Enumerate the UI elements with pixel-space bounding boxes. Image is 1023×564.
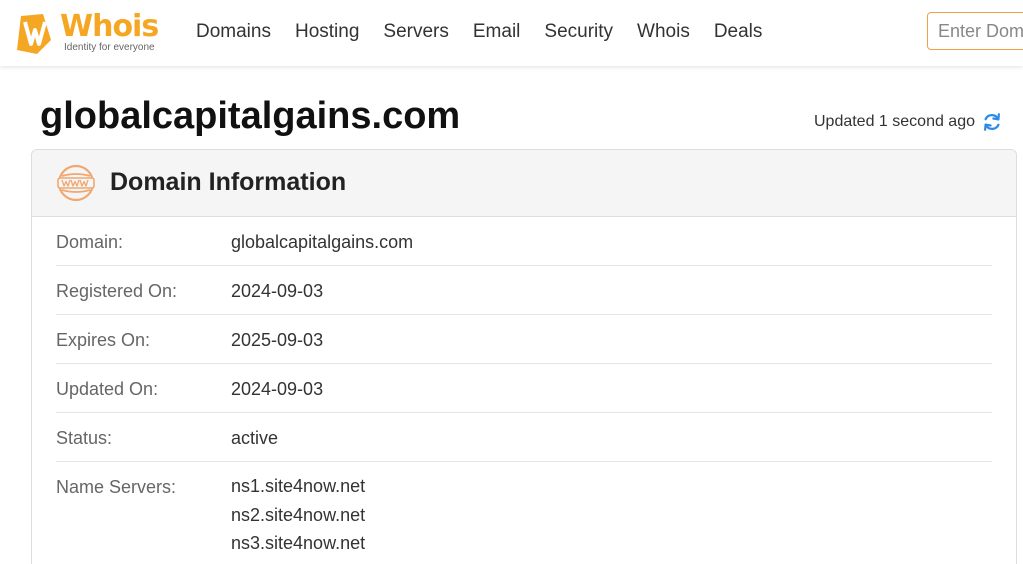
whois-logo-icon (17, 14, 51, 54)
row-label: Expires On: (56, 330, 151, 350)
row-value: 2024-09-03 (231, 379, 324, 399)
nav-hosting[interactable]: Hosting (283, 18, 371, 46)
top-navbar: Whois Identity for everyone Domains Host… (0, 0, 1023, 66)
domain-info-card: Domain Information Domain: globalcapital… (31, 149, 1017, 564)
row-value: 2025-09-03 (231, 330, 324, 350)
card-title: Domain Information (110, 168, 347, 196)
nav-deals[interactable]: Deals (702, 18, 775, 46)
info-rows: Domain: globalcapitalgains.com Registere… (56, 217, 992, 562)
nav-servers[interactable]: Servers (371, 18, 460, 46)
row-label: Registered On: (56, 281, 178, 301)
info-row-expires: Expires On: 2025-09-03 (56, 315, 992, 364)
whois-logo[interactable]: Whois Identity for everyone (8, 8, 168, 56)
page-title: globalcapitalgains.com (40, 95, 461, 137)
row-label: Updated On: (56, 379, 159, 399)
name-server: ns2.site4now.net (231, 504, 366, 525)
main-nav: Domains Hosting Servers Email Security W… (184, 18, 774, 46)
nav-domains[interactable]: Domains (184, 18, 283, 46)
info-row-name-servers: Name Servers: ns1.site4now.net ns2.site4… (56, 462, 992, 562)
row-label: Domain: (56, 232, 124, 252)
row-label: Name Servers: (56, 477, 177, 497)
www-globe-icon (57, 164, 95, 202)
row-label: Status: (56, 428, 113, 448)
logo-tagline: Identity for everyone (64, 42, 155, 53)
updated-status: Updated 1 second ago (814, 110, 1003, 134)
refresh-icon[interactable] (981, 111, 1003, 133)
name-server: ns3.site4now.net (231, 533, 366, 553)
row-value: 2024-09-03 (231, 281, 324, 301)
info-row-updated: Updated On: 2024-09-03 (56, 364, 992, 413)
card-header: Domain Information (32, 150, 1016, 217)
info-row-registered: Registered On: 2024-09-03 (56, 266, 992, 315)
info-row-status: Status: active (56, 413, 992, 462)
nav-whois[interactable]: Whois (625, 18, 702, 46)
logo-name: Whois (60, 9, 159, 44)
row-value: active (231, 428, 279, 448)
info-row-domain: Domain: globalcapitalgains.com (56, 217, 992, 266)
domain-search-input[interactable] (927, 12, 1023, 50)
nav-email[interactable]: Email (461, 18, 533, 46)
name-server: ns1.site4now.net (231, 476, 366, 496)
updated-text: Updated 1 second ago (813, 113, 975, 130)
row-value: globalcapitalgains.com (231, 232, 414, 252)
name-server-list: ns1.site4now.net ns2.site4now.net ns3.si… (231, 472, 365, 558)
nav-security[interactable]: Security (532, 18, 625, 46)
